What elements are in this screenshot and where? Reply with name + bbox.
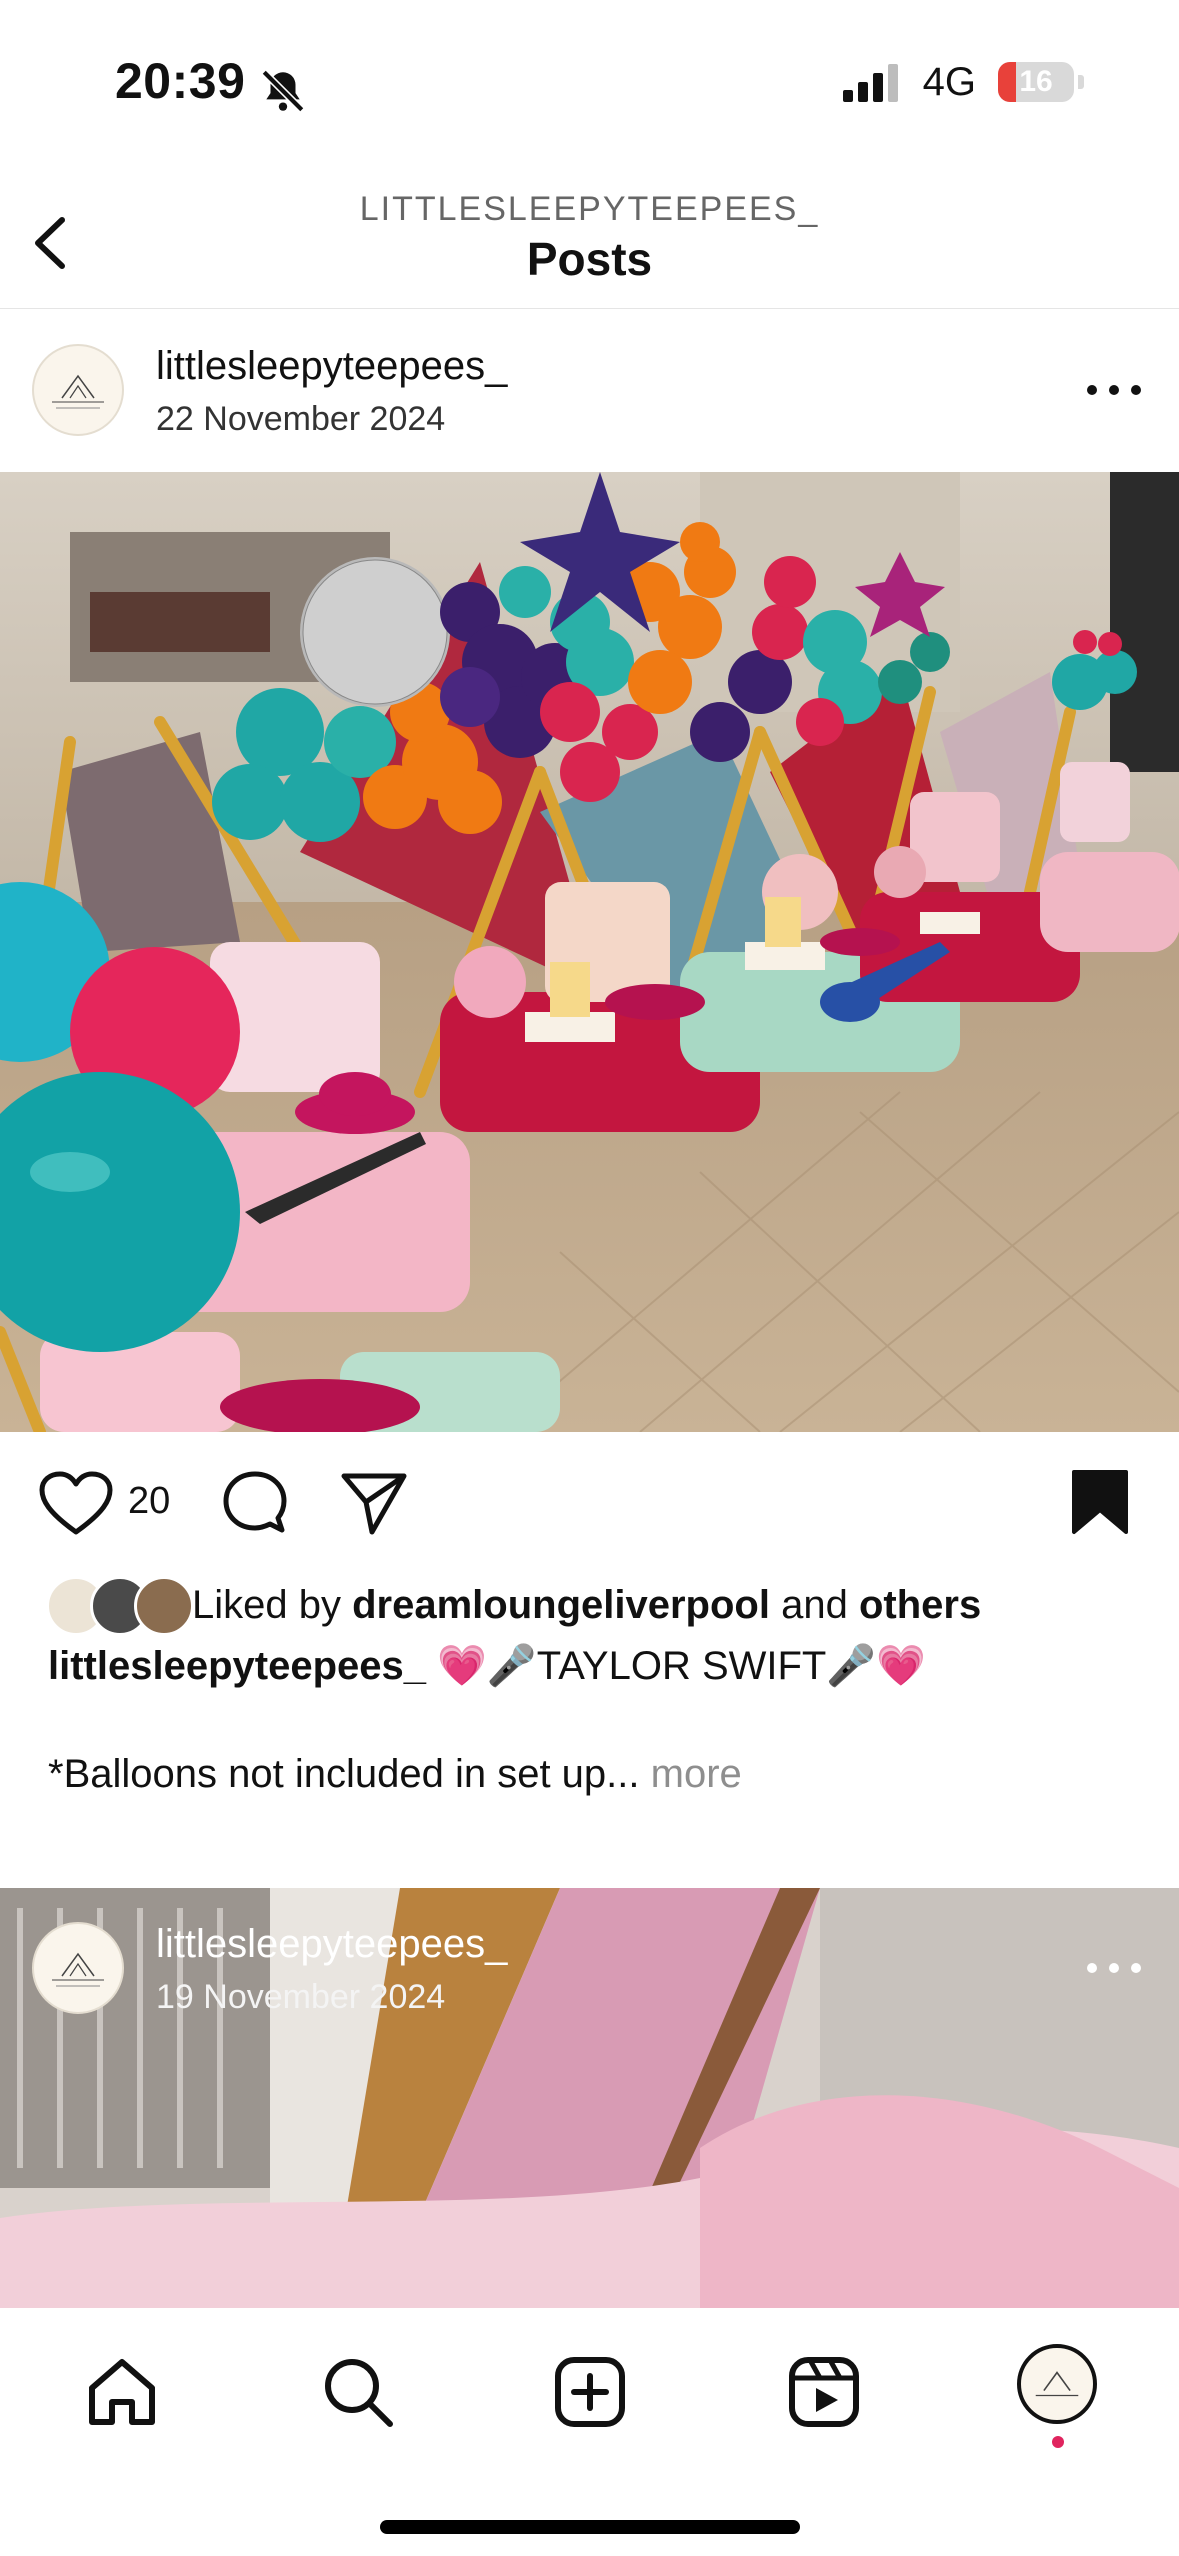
post2-avatar[interactable] <box>32 1922 124 2014</box>
post-photo[interactable] <box>0 472 1179 1432</box>
share-icon[interactable] <box>338 1468 410 1538</box>
liked-by-others[interactable]: others <box>859 1583 981 1627</box>
home-icon[interactable] <box>82 2352 162 2432</box>
liked-by-avatars[interactable] <box>46 1576 194 1636</box>
create-icon[interactable] <box>550 2352 630 2432</box>
party-teepees-image <box>0 472 1179 1432</box>
status-right: 4G 16 <box>842 59 1084 104</box>
post2-date: 19 November 2024 <box>156 1978 446 2016</box>
liked-by-text[interactable]: Liked by dreamloungeliverpool and others <box>192 1575 981 1635</box>
post-avatar[interactable] <box>32 344 124 436</box>
bottom-nav <box>0 2308 1179 2556</box>
page-title: Posts <box>526 233 653 285</box>
silent-bell-icon <box>261 69 305 113</box>
teepee-logo-icon <box>52 1952 104 1987</box>
caption-username[interactable]: littlesleepyteepees_ <box>48 1644 426 1688</box>
liked-by-and: and <box>769 1583 859 1627</box>
battery-icon: 16 <box>998 62 1074 102</box>
caption: littlesleepyteepees_ 💗🎤TAYLOR SWIFT🎤💗 <box>48 1636 926 1696</box>
status-time: 20:39 <box>115 53 246 109</box>
liked-by-user[interactable]: dreamloungeliverpool <box>352 1583 770 1627</box>
post-date: 22 November 2024 <box>156 400 446 438</box>
teepee-logo-icon <box>1035 2371 1079 2397</box>
post2-more-options-icon[interactable] <box>1084 1958 1144 1978</box>
search-icon[interactable] <box>318 2352 398 2432</box>
profile-avatar[interactable] <box>1017 2344 1097 2424</box>
caption-line2: *Balloons not included in set up... more <box>48 1744 742 1804</box>
home-indicator[interactable] <box>380 2520 800 2534</box>
header-subtitle: LITTLESLEEPYTEEPEES_ <box>359 190 820 228</box>
signal-icon <box>842 64 898 102</box>
post-username[interactable]: littlesleepyteepees_ <box>156 344 507 389</box>
notification-dot <box>1052 2436 1064 2448</box>
caption-text: 💗🎤TAYLOR SWIFT🎤💗 <box>426 1644 926 1688</box>
post2-username[interactable]: littlesleepyteepees_ <box>156 1922 507 1967</box>
more-options-icon[interactable] <box>1084 380 1144 400</box>
like-count[interactable]: 20 <box>128 1480 170 1523</box>
battery-level: 16 <box>1019 65 1053 98</box>
saved-bookmark-icon[interactable] <box>1070 1468 1130 1536</box>
teepee-logo-icon <box>52 374 104 409</box>
liked-by-prefix: Liked by <box>192 1583 353 1627</box>
comment-icon[interactable] <box>220 1468 290 1538</box>
liker-avatar <box>134 1576 194 1636</box>
network-type: 4G <box>922 59 976 104</box>
like-icon[interactable] <box>38 1470 114 1536</box>
more-link[interactable]: more <box>640 1752 742 1796</box>
caption-body: *Balloons not included in set up... <box>48 1752 640 1796</box>
reels-icon[interactable] <box>784 2352 864 2432</box>
header-divider <box>0 308 1179 309</box>
